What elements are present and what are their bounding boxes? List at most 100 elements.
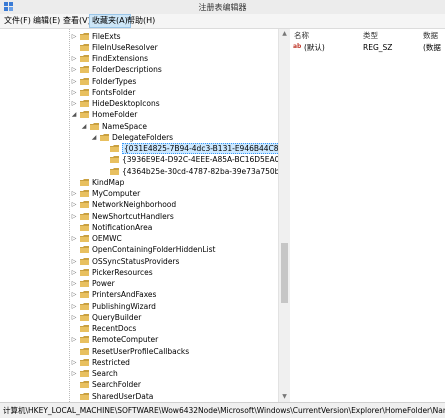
tree-node-label: FontsFolder <box>92 87 136 97</box>
tree-node-label: NewShortcutHandlers <box>92 211 174 221</box>
expand-arrow-icon[interactable]: ▷ <box>70 289 78 300</box>
tree-node[interactable]: ▷ PickerResources <box>0 267 289 278</box>
expand-arrow-icon[interactable]: ▷ <box>70 98 78 109</box>
folder-icon <box>80 347 89 355</box>
expand-arrow-icon[interactable]: ▷ <box>70 211 78 222</box>
tree-node[interactable]: ▷ PrintersAndFaxes <box>0 289 289 300</box>
tree-node-label: PrintersAndFaxes <box>92 290 157 300</box>
tree-node[interactable]: ▷ FindExtensions <box>0 53 289 64</box>
tree-node[interactable]: ▷ Restricted <box>0 357 289 368</box>
tree-node[interactable]: ▷ HideDesktopIcons <box>0 98 289 109</box>
tree-node[interactable]: ▷ FolderDescriptions <box>0 64 289 75</box>
expand-arrow-icon[interactable]: ▷ <box>70 233 78 244</box>
tree-node[interactable]: SearchFolder <box>0 379 289 390</box>
tree-node[interactable]: ▷ NetworkNeighborhood <box>0 199 289 210</box>
expand-arrow-icon[interactable]: ▷ <box>70 278 78 289</box>
tree-node[interactable]: {3936E9E4-D92C-4EEE-A85A-BC16D5EA0819} <box>0 154 289 165</box>
values-list[interactable]: 名称 类型 数据 ab (默认) REG_SZ (数据 <box>290 29 445 402</box>
tree-node-label: MyComputer <box>92 189 141 198</box>
menu-view[interactable]: 查看(V) <box>61 15 93 27</box>
expand-arrow-icon[interactable]: ▷ <box>70 188 78 199</box>
tree-node[interactable]: ▷ FolderTypes <box>0 76 289 87</box>
expand-arrow-icon[interactable]: ▷ <box>70 64 78 75</box>
scroll-up-arrow-icon[interactable]: ▲ <box>279 29 290 39</box>
expand-arrow-icon[interactable]: ▷ <box>70 267 78 278</box>
folder-icon <box>80 381 89 389</box>
expand-arrow-icon[interactable]: ▷ <box>70 334 78 345</box>
string-value-icon: ab <box>293 43 302 50</box>
tree-node[interactable]: FileInUseResolver <box>0 42 289 53</box>
tree-node[interactable]: ▷ FileExts <box>0 31 289 42</box>
tree-node[interactable]: ▷ QueryBuilder <box>0 312 289 323</box>
expand-arrow-icon[interactable]: ▷ <box>70 256 78 267</box>
tree-node-label: DelegateFolders <box>112 132 174 142</box>
tree-node[interactable]: ▷ NewShortcutHandlers <box>0 211 289 222</box>
expand-arrow-icon[interactable]: ▷ <box>70 31 78 42</box>
tree-node[interactable]: ▷ OEMWC <box>0 233 289 244</box>
expand-arrow-icon[interactable]: ▷ <box>70 199 78 210</box>
folder-icon <box>80 100 89 107</box>
menu-help[interactable]: 帮助(H) <box>125 15 157 27</box>
tree-node[interactable]: ▷ OSSyncStatusProviders <box>0 256 289 267</box>
expand-arrow-icon[interactable]: ▷ <box>70 357 78 368</box>
tree-node-label: KindMap <box>92 177 125 187</box>
column-header-data[interactable]: 数据 <box>423 30 438 41</box>
tree-node-label: FolderDescriptions <box>92 65 162 75</box>
tree-node-label: {4364b25e-30cd-4787-82ba-39e73a750b14} <box>122 166 290 176</box>
value-type: REG_SZ <box>363 43 393 52</box>
menu-file[interactable]: 文件(F) <box>2 15 33 27</box>
registry-key-tree[interactable]: ▷ FileExts FileInUseResolver ▷ FindExtension… <box>0 29 290 402</box>
folder-icon <box>80 392 89 400</box>
tree-node-label: HomeFolder <box>92 110 138 120</box>
folder-icon <box>80 88 89 96</box>
tree-node-label: ResetUserProfileCallbacks <box>92 346 190 356</box>
value-row[interactable]: ab (默认) REG_SZ (数据 <box>290 42 445 53</box>
tree-node[interactable]: ▷ RemoteComputer <box>0 334 289 345</box>
expand-arrow-icon[interactable]: ▷ <box>70 53 78 64</box>
tree-node[interactable]: ▷ Search <box>0 368 289 379</box>
tree-node[interactable]: {4364b25e-30cd-4787-82ba-39e73a750b14} <box>0 166 289 177</box>
tree-node[interactable]: {031E4825-7B94-4dc3-B131-E946B44C8DD5} <box>0 143 289 154</box>
column-header-name[interactable]: 名称 <box>294 30 309 41</box>
tree-node-label: NameSpace <box>102 121 147 131</box>
tree-node[interactable]: ▷ MyComputer <box>0 188 289 199</box>
expand-arrow-icon[interactable]: ▷ <box>70 76 78 87</box>
expand-arrow-icon[interactable]: ▷ <box>70 368 78 379</box>
tree-node[interactable]: ▷ PublishingWizard <box>0 301 289 312</box>
tree-node[interactable]: ◢ HomeFolder <box>0 109 289 120</box>
tree-node[interactable]: ▷ FontsFolder <box>0 87 289 98</box>
tree-node[interactable]: NotificationArea <box>0 222 289 233</box>
tree-node[interactable]: KindMap <box>0 177 289 188</box>
collapse-arrow-icon[interactable]: ◢ <box>80 121 88 132</box>
expand-arrow-icon[interactable]: ▷ <box>70 301 78 312</box>
collapse-arrow-icon[interactable]: ◢ <box>90 132 98 143</box>
expand-arrow-icon[interactable]: ▷ <box>70 312 78 323</box>
column-header-type[interactable]: 类型 <box>363 30 378 41</box>
value-name: (默认) <box>304 43 325 52</box>
collapse-arrow-icon[interactable]: ◢ <box>70 109 78 120</box>
tree-node[interactable]: ▷ Power <box>0 278 289 289</box>
scroll-down-arrow-icon[interactable]: ▼ <box>279 392 290 402</box>
folder-icon <box>90 122 99 130</box>
folder-icon <box>80 178 89 186</box>
tree-node-label: FileExts <box>92 31 121 41</box>
tree-node[interactable]: ResetUserProfileCallbacks <box>0 346 289 357</box>
tree-node-label: RemoteComputer <box>92 335 159 345</box>
tree-node[interactable]: ◢ NameSpace <box>0 121 289 132</box>
menu-edit[interactable]: 编辑(E) <box>31 15 62 27</box>
scroll-thumb[interactable] <box>281 243 288 303</box>
tree-node-label: FileInUseResolver <box>92 42 158 52</box>
tree-node[interactable]: OpenContainingFolderHiddenList <box>0 244 289 255</box>
folder-icon <box>80 313 89 321</box>
tree-node[interactable]: SharedUserData <box>0 391 289 402</box>
tree-vertical-scrollbar[interactable]: ▲ ▼ <box>278 29 290 402</box>
tree-node[interactable]: ◢ DelegateFolders <box>0 132 289 143</box>
tree-node-label: FolderTypes <box>92 76 137 86</box>
tree-node-label: Restricted <box>92 357 130 367</box>
tree-node[interactable]: RecentDocs <box>0 323 289 334</box>
tree-node-label: {3936E9E4-D92C-4EEE-A85A-BC16D5EA0819} <box>122 155 290 165</box>
folder-icon <box>80 268 89 276</box>
folder-icon <box>80 43 89 51</box>
expand-arrow-icon[interactable]: ▷ <box>70 87 78 98</box>
tree-node-label: RecentDocs <box>92 324 137 333</box>
